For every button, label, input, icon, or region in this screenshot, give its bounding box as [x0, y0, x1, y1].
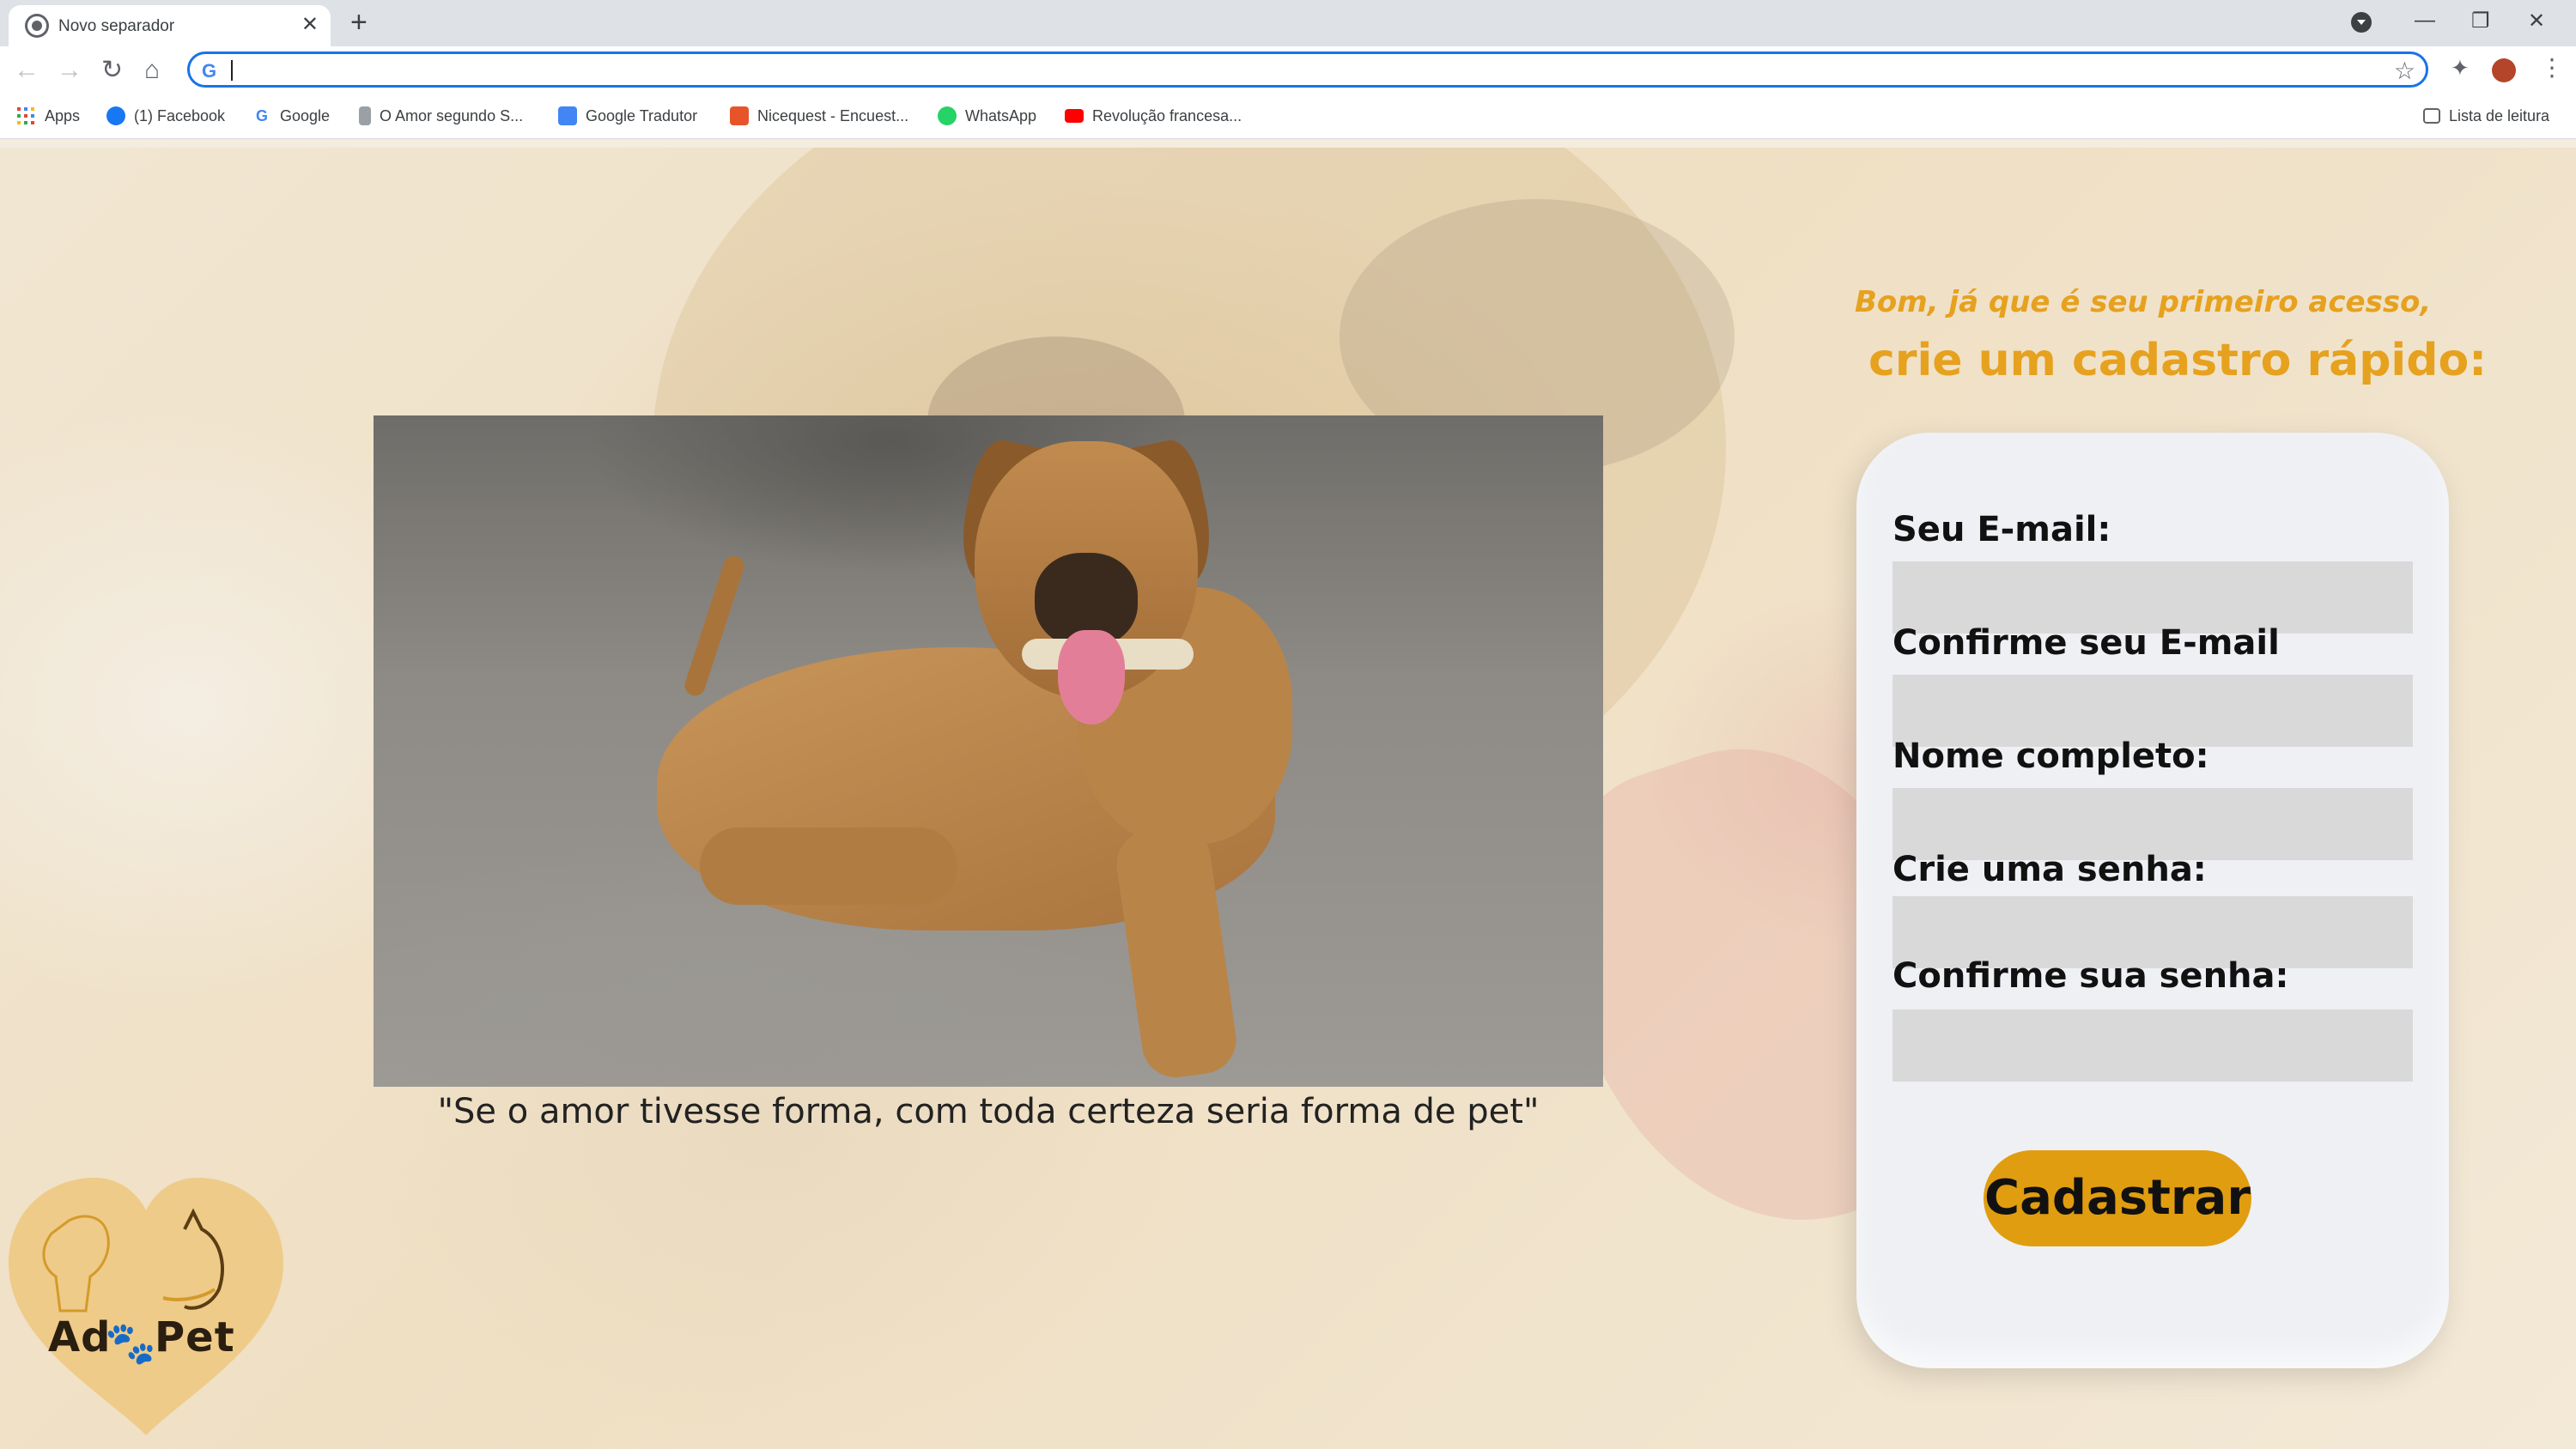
reload-icon[interactable]: ↻	[101, 53, 123, 88]
dog-tail	[682, 553, 747, 699]
hero-quote: "Se o amor tivesse forma, com toda certe…	[437, 1092, 1540, 1131]
heart-logo-icon	[9, 1178, 283, 1435]
close-tab-icon[interactable]: ✕	[301, 14, 319, 36]
confirm-password-field[interactable]	[1893, 1009, 2413, 1082]
google-icon: G	[252, 106, 271, 125]
menu-icon[interactable]: ⋮	[2540, 53, 2564, 82]
bookmark-label: WhatsApp	[965, 106, 1037, 124]
reading-list[interactable]: Lista de leitura	[2423, 103, 2549, 129]
whatsapp-icon	[938, 106, 957, 125]
apps-icon	[17, 107, 34, 124]
chrome-favicon-icon	[27, 16, 46, 35]
home-icon[interactable]: ⌂	[144, 53, 160, 88]
logo-text-pet: Pet	[155, 1313, 235, 1361]
tab-novo-separador[interactable]: Novo separador ✕	[9, 5, 331, 46]
google-icon: G	[202, 60, 217, 82]
back-icon[interactable]: ←	[14, 53, 39, 88]
reading-list-icon	[2423, 108, 2440, 124]
page-content: "Se o amor tivesse forma, com toda certe…	[0, 148, 2576, 1449]
facebook-icon	[106, 106, 125, 125]
extensions-icon[interactable]: ✦	[2451, 55, 2470, 82]
new-tab-plus-icon[interactable]: +	[350, 7, 368, 38]
signup-form: Seu E-mail: Confirme seu E-mail Nome com…	[1856, 433, 2449, 1368]
bookmark-google-tradutor[interactable]: Google Tradutor	[558, 103, 697, 129]
bookmark-whatsapp[interactable]: WhatsApp	[938, 103, 1036, 129]
bookmark-google[interactable]: G Google	[252, 103, 330, 129]
bookmark-star-icon[interactable]: ☆	[2394, 57, 2415, 85]
intro-line-2: crie um cadastro rápido:	[1868, 335, 2488, 386]
bookmark-label: Google	[280, 106, 331, 124]
restore-icon[interactable]: ❐	[2471, 9, 2490, 33]
adopet-logo[interactable]: Ad 🐾 Pet	[0, 1169, 292, 1444]
profile-avatar[interactable]	[2492, 58, 2516, 82]
youtube-icon	[1065, 109, 1084, 123]
confirm-email-label: Confirme seu E-mail	[1893, 623, 2280, 663]
bookmark-label: Revolução francesa...	[1092, 106, 1242, 124]
bookmark-label: Nicequest - Encuest...	[757, 106, 909, 124]
logo-text-ad: Ad	[48, 1313, 112, 1361]
bookmark-facebook[interactable]: (1) Facebook	[106, 103, 225, 129]
email-label: Seu E-mail:	[1893, 510, 2111, 549]
address-input[interactable]	[236, 58, 2348, 83]
dog-tongue	[1058, 630, 1125, 724]
full-name-label: Nome completo:	[1893, 737, 2209, 776]
bookmark-amor-segundo[interactable]: O Amor segundo S...	[359, 103, 523, 129]
reading-list-label: Lista de leitura	[2449, 106, 2550, 124]
forward-icon[interactable]: →	[57, 53, 82, 88]
dog-photo	[374, 415, 1603, 1087]
bookmark-apps[interactable]: Apps	[17, 103, 80, 129]
cadastrar-button[interactable]: Cadastrar	[1984, 1150, 2251, 1246]
paw-icon: 🐾	[105, 1321, 156, 1367]
address-bar[interactable]: G ☆	[187, 52, 2428, 88]
bookmark-label: Google Tradutor	[586, 106, 698, 124]
tab-title: Novo separador	[58, 17, 175, 35]
pin-icon	[359, 106, 371, 125]
password-label: Crie uma senha:	[1893, 850, 2207, 889]
bookmarks-bar: Apps (1) Facebook G Google O Amor segund…	[0, 94, 2576, 139]
minimize-icon[interactable]: —	[2415, 9, 2435, 33]
bookmark-nicequest[interactable]: Nicequest - Encuest...	[730, 103, 908, 129]
nicequest-icon	[730, 106, 749, 125]
translate-icon	[558, 106, 577, 125]
bookmark-label: (1) Facebook	[134, 106, 226, 124]
browser-tabstrip: Novo separador ✕ + — ❐ ✕	[0, 0, 2576, 46]
bookmark-revolucao-francesa[interactable]: Revolução francesa...	[1065, 103, 1242, 129]
dog-back-leg	[700, 828, 957, 905]
browser-toolbar: ← → ↻ ⌂ G ☆	[0, 46, 2576, 94]
intro-line-1: Bom, já que é seu primeiro acesso,	[1855, 285, 2432, 319]
window-close-icon[interactable]: ✕	[2528, 9, 2545, 33]
text-caret	[231, 60, 233, 81]
tab-search-icon[interactable]	[2351, 12, 2372, 33]
bookmark-label: O Amor segundo S...	[380, 106, 524, 124]
bookmark-label: Apps	[45, 106, 81, 124]
confirm-password-label: Confirme sua senha:	[1893, 956, 2289, 996]
